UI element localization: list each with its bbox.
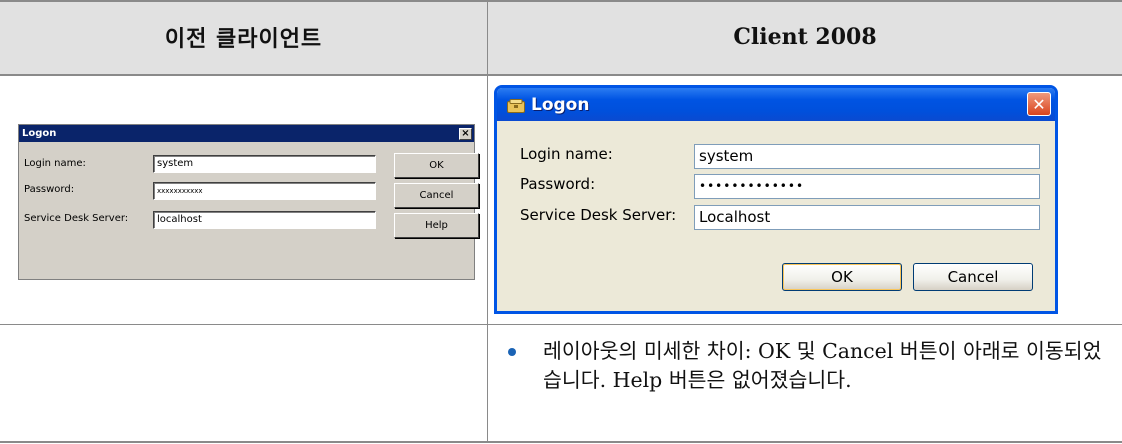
old-close-icon[interactable]: × xyxy=(459,127,472,140)
old-cancel-button[interactable]: Cancel xyxy=(394,183,479,208)
old-dialog-titlebar[interactable]: Logon × xyxy=(19,125,474,142)
new-server-field[interactable]: Localhost xyxy=(694,205,1040,230)
bullet-dot xyxy=(508,348,516,356)
bullet-icon xyxy=(508,337,543,395)
table-bottom-rule xyxy=(0,441,1122,443)
old-server-field[interactable]: localhost xyxy=(153,211,376,229)
column-header-client-2008: Client 2008 xyxy=(733,24,877,50)
old-server-label: Service Desk Server: xyxy=(24,213,129,224)
row-rule xyxy=(0,324,1122,325)
new-dialog-title: Logon xyxy=(531,94,590,115)
app-icon xyxy=(507,98,525,113)
header-rule xyxy=(0,74,1122,76)
comparison-table: 이전 클라이언트 Client 2008 Logon × Login name:… xyxy=(0,0,1122,444)
change-note: 레이아웃의 미세한 차이: OK 및 Cancel 버튼이 아래로 이동되었습니… xyxy=(508,337,1108,395)
new-server-label: Service Desk Server: xyxy=(520,206,677,224)
new-password-label: Password: xyxy=(520,175,596,193)
new-cancel-button[interactable]: Cancel xyxy=(913,263,1033,291)
new-close-icon[interactable]: ✕ xyxy=(1027,92,1051,116)
old-password-field[interactable]: xxxxxxxxxxx xyxy=(153,182,376,200)
change-note-text: 레이아웃의 미세한 차이: OK 및 Cancel 버튼이 아래로 이동되었습니… xyxy=(543,339,1102,392)
new-password-field[interactable]: ••••••••••••• xyxy=(694,174,1040,199)
old-help-button[interactable]: Help xyxy=(394,213,479,238)
column-header-old-client: 이전 클라이언트 xyxy=(164,27,323,52)
old-logon-dialog: Logon × Login name: system OK Password: … xyxy=(18,124,479,280)
new-login-name-label: Login name: xyxy=(520,145,613,163)
old-ok-button[interactable]: OK xyxy=(394,153,479,178)
new-ok-button[interactable]: OK xyxy=(782,263,902,291)
old-dialog-title: Logon xyxy=(22,128,57,139)
new-dialog-titlebar[interactable]: Logon ✕ xyxy=(497,88,1055,121)
old-login-name-label: Login name: xyxy=(24,158,86,169)
old-login-name-field[interactable]: system xyxy=(153,155,376,173)
old-password-label: Password: xyxy=(24,184,75,195)
new-logon-dialog: Logon ✕ Login name: system Password: •••… xyxy=(494,85,1058,314)
new-login-name-field[interactable]: system xyxy=(694,144,1040,169)
